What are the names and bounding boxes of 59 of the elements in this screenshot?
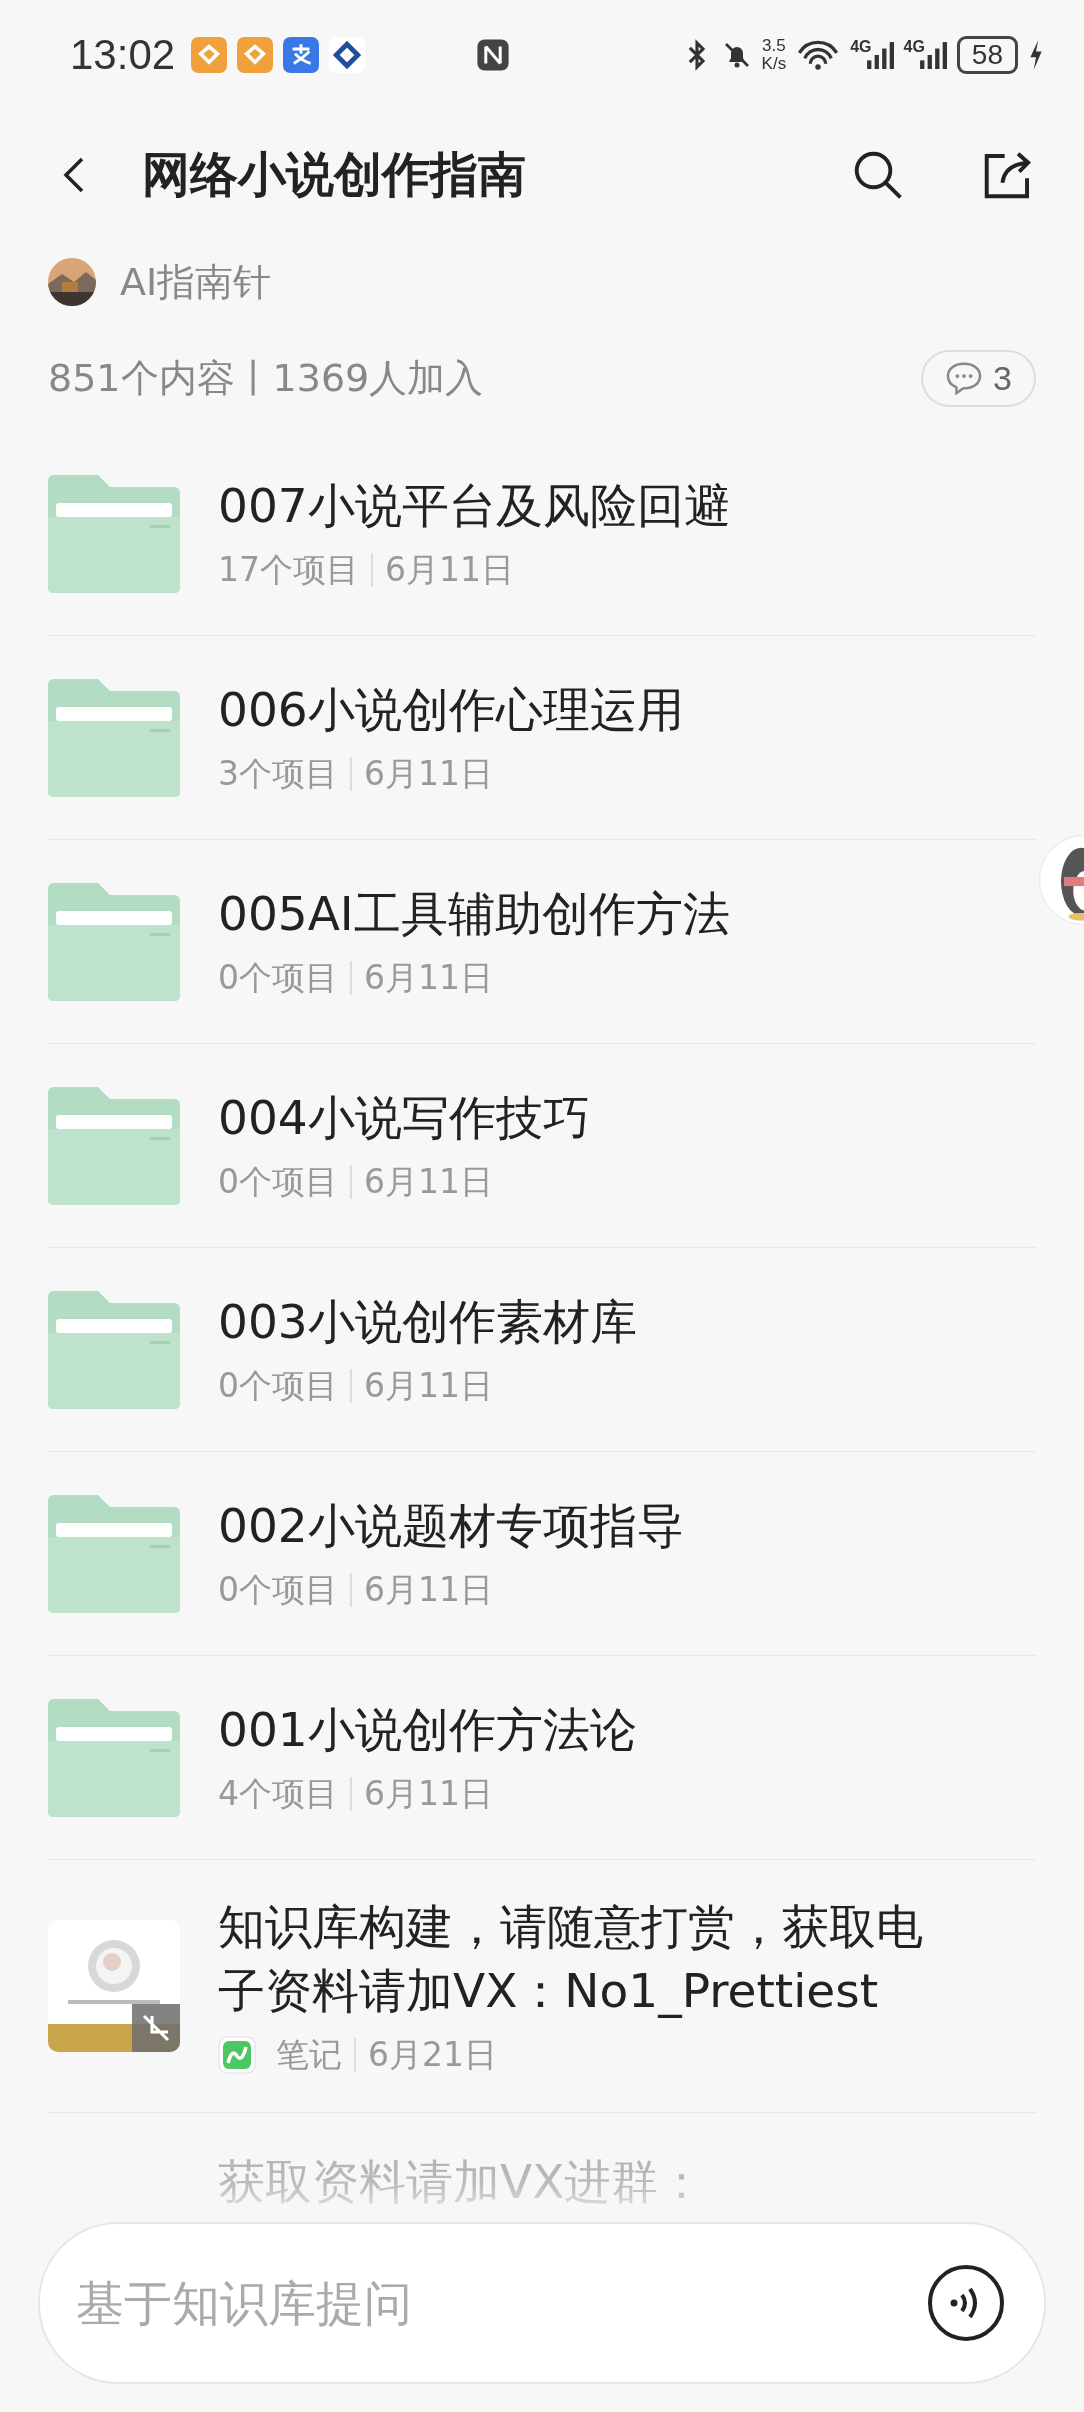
network-type: 4G <box>903 38 925 56</box>
folder-title: 002小说题材专项指导 <box>218 1496 684 1555</box>
item-date: 6月11日 <box>364 1364 493 1407</box>
folder-item[interactable]: 006小说创作心理运用 3个项目 6月11日 <box>48 636 1036 840</box>
item-date: 6月11日 <box>364 752 493 795</box>
item-date: 6月11日 <box>364 956 493 999</box>
bank-app-icon <box>329 37 366 73</box>
folder-icon <box>48 474 180 593</box>
folder-item[interactable]: 005AI工具辅助创作方法 0个项目 6月11日 <box>48 840 1036 1044</box>
note-item[interactable]: 知识库构建，请随意打赏，获取电子资料请加VX：No1_Prettiest 笔记 6月21日 <box>48 1860 1036 2113</box>
note-title: 知识库构建，请随意打赏，获取电子资料请加VX：No1_Prettiest <box>218 1897 924 2020</box>
folder-item[interactable]: 003小说创作素材库 0个项目 6月11日 <box>48 1248 1036 1452</box>
note-app-icon <box>218 2036 256 2074</box>
item-count: 17个项目 <box>218 548 359 591</box>
battery-level: 58 <box>956 36 1018 74</box>
comments-button[interactable]: 3 <box>921 349 1036 407</box>
item-date: 6月11日 <box>364 1160 493 1203</box>
folder-item[interactable]: 004小说写作技巧 0个项目 6月11日 <box>48 1044 1036 1248</box>
wifi-icon <box>796 38 841 72</box>
item-date: 6月11日 <box>364 1772 493 1815</box>
folder-icon <box>48 1290 180 1409</box>
folder-item[interactable]: 001小说创作方法论 4个项目 6月11日 <box>48 1656 1036 1860</box>
voice-icon[interactable] <box>926 2263 1006 2343</box>
folder-icon <box>48 1086 180 1205</box>
item-count: 0个项目 <box>218 1364 338 1407</box>
status-time: 13:02 <box>70 31 176 79</box>
chat-icon <box>945 361 984 395</box>
nfc-icon <box>475 37 512 73</box>
folder-title: 004小说写作技巧 <box>218 1088 590 1147</box>
network-type: 4G <box>850 38 872 56</box>
payment-app-icon <box>283 37 320 73</box>
note-title: 获取资料请加VX进群： <box>218 2154 706 2209</box>
folder-title: 005AI工具辅助创作方法 <box>218 884 730 943</box>
network-speed: 3.5 <box>762 37 786 55</box>
item-count: 4个项目 <box>218 1772 338 1815</box>
folder-title: 001小说创作方法论 <box>218 1700 637 1759</box>
folder-title: 006小说创作心理运用 <box>218 680 684 739</box>
item-count: 0个项目 <box>218 1568 338 1611</box>
speed-unit: K/s <box>761 55 787 73</box>
item-count: 3个项目 <box>218 752 338 795</box>
item-count: 0个项目 <box>218 956 338 999</box>
folder-item[interactable]: 007小说平台及风险回避 17个项目 6月11日 <box>48 432 1036 636</box>
folder-item[interactable]: 002小说题材专项指导 0个项目 6月11日 <box>48 1452 1036 1656</box>
folder-icon <box>48 1494 180 1613</box>
page-title: 网络小说创作指南 <box>142 145 527 204</box>
folder-icon <box>48 882 180 1001</box>
folder-title: 003小说创作素材库 <box>218 1292 637 1351</box>
item-date: 6月21日 <box>368 2033 497 2076</box>
folder-title: 007小说平台及风险回避 <box>218 476 731 535</box>
question-box[interactable]: 基于知识库提问 <box>38 2222 1046 2384</box>
question-field[interactable]: 基于知识库提问 <box>74 2274 926 2332</box>
item-count: 0个项目 <box>218 1160 338 1203</box>
item-date: 6月11日 <box>385 548 514 591</box>
folder-icon <box>48 1698 180 1817</box>
item-type: 笔记 <box>276 2033 342 2076</box>
folder-icon <box>48 678 180 797</box>
stats-summary: 851个内容丨1369人加入 <box>48 354 484 402</box>
back-icon[interactable] <box>62 155 86 195</box>
item-date: 6月11日 <box>364 1568 493 1611</box>
